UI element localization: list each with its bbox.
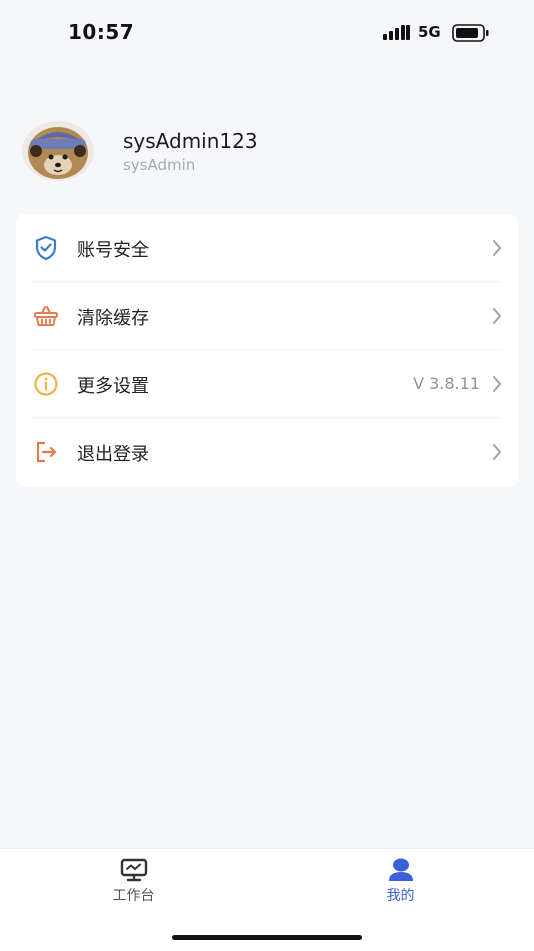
logout-icon (36, 441, 57, 463)
network-label: 5G (418, 23, 441, 41)
app-version: V 3.8.11 (413, 374, 480, 393)
tab-label: 我的 (386, 888, 415, 904)
signal-bars-icon (383, 25, 410, 40)
monitor-icon (120, 858, 147, 882)
home-indicator (172, 935, 362, 940)
info-circle-icon (34, 372, 58, 396)
chevron-right-icon (493, 240, 501, 256)
chevron-right-icon (493, 308, 501, 324)
tab-mine[interactable]: 我的 (267, 849, 534, 919)
menu-item-clear-cache[interactable]: 清除缓存 (16, 282, 518, 350)
menu-item-label: 退出登录 (77, 444, 149, 465)
menu-item-label: 账号安全 (77, 240, 149, 261)
menu-item-logout[interactable]: 退出登录 (16, 418, 518, 486)
menu-item-more-settings[interactable]: 更多设置 V 3.8.11 (16, 350, 518, 418)
basket-icon (34, 306, 58, 326)
menu-item-account-security[interactable]: 账号安全 (16, 214, 518, 282)
avatar-image (22, 121, 94, 181)
avatar[interactable] (22, 121, 94, 181)
tab-workbench[interactable]: 工作台 (0, 849, 267, 919)
chevron-right-icon (493, 444, 501, 460)
profile-header[interactable]: sysAdmin123 sysAdmin (22, 121, 512, 181)
tab-label: 工作台 (112, 888, 155, 904)
shield-check-icon (35, 235, 57, 261)
menu-item-label: 清除缓存 (77, 308, 149, 329)
profile-username: sysAdmin123 (123, 129, 258, 153)
user-icon (388, 858, 413, 881)
settings-menu: 账号安全 清除缓存 更多设置 V 3.8.11 退出登录 (16, 214, 518, 486)
status-time: 10:57 (68, 20, 135, 44)
profile-role: sysAdmin (123, 156, 196, 174)
status-bar: 10:57 5G (0, 0, 534, 64)
chevron-right-icon (493, 376, 501, 392)
menu-item-label: 更多设置 (77, 376, 149, 397)
battery-icon (452, 24, 489, 42)
